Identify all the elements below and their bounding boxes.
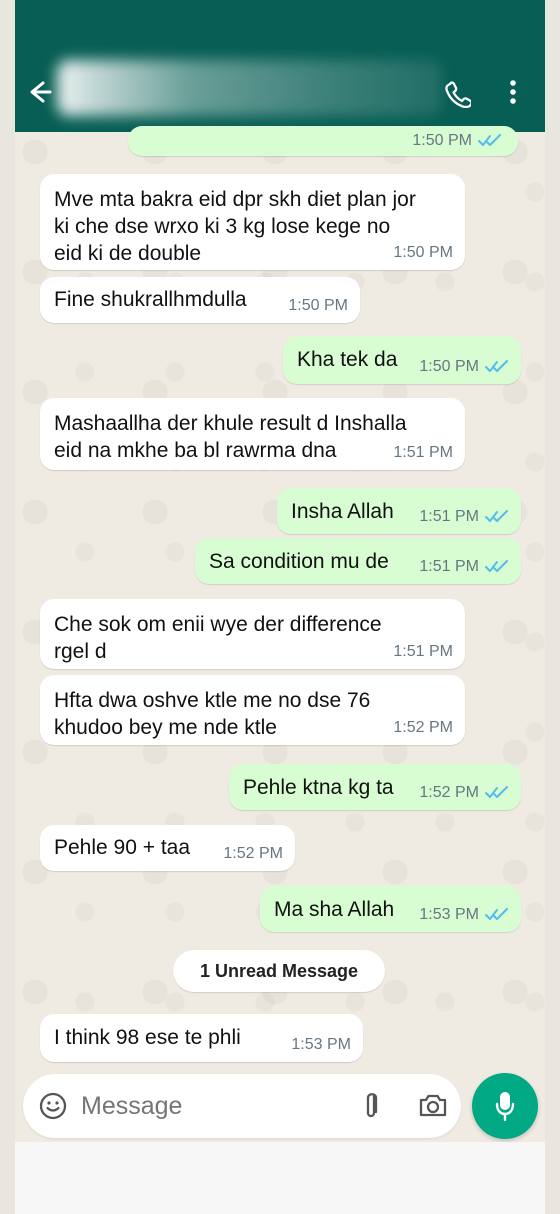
message-meta: 1:52 PM [393, 719, 453, 737]
message-bubble-outgoing[interactable]: Sa condition mu de 1:51 PM [195, 538, 521, 584]
message-bubble-incoming[interactable]: Fine shukrallhmdulla 1:50 PM [40, 277, 360, 323]
message-time: 1:52 PM [419, 784, 479, 801]
double-check-icon [485, 360, 508, 372]
message-text: Mashaallha der khule result d Inshalla e… [54, 412, 407, 462]
message-time: 1:53 PM [291, 1036, 351, 1053]
message-text: Fine shukrallhmdulla [54, 288, 247, 311]
message-meta: 1:50 PM [412, 132, 502, 150]
message-meta: 1:50 PM [393, 244, 453, 262]
chat-screen: 1:50 PM Mve mta bakra eid dpr skh diet p… [15, 0, 545, 1214]
message-bubble-outgoing[interactable]: Insha Allah 1:51 PM [277, 488, 521, 534]
message-time: 1:51 PM [419, 558, 479, 575]
message-input[interactable] [81, 1090, 331, 1122]
message-meta: 1:53 PM [419, 906, 509, 924]
message-text: Che sok om enii wye der difference rgel … [54, 613, 382, 663]
unread-messages-label: 1 Unread Message [199, 960, 359, 981]
message-text: Sa condition mu de [209, 550, 389, 573]
message-bubble-incoming[interactable]: Pehle 90 + taa 1:52 PM [40, 825, 295, 871]
message-meta: 1:51 PM [393, 643, 453, 661]
double-check-icon [485, 510, 508, 522]
message-bubble-incoming[interactable]: Mashaallha der khule result d Inshalla e… [40, 398, 465, 470]
message-meta: 1:50 PM [288, 297, 348, 315]
message-list: 1:50 PM Mve mta bakra eid dpr skh diet p… [15, 126, 545, 1072]
message-meta: 1:53 PM [291, 1036, 351, 1054]
message-text: Pehle ktna kg ta [243, 776, 394, 799]
message-meta: 1:52 PM [419, 784, 509, 802]
message-time: 1:51 PM [393, 643, 453, 660]
double-check-icon [485, 786, 508, 798]
message-time: 1:51 PM [393, 444, 453, 461]
mic-icon [495, 1092, 515, 1122]
message-time: 1:53 PM [419, 906, 479, 923]
message-meta: 1:50 PM [419, 358, 509, 376]
message-composer [23, 1074, 461, 1138]
message-time: 1:50 PM [412, 132, 472, 149]
message-time: 1:50 PM [419, 358, 479, 375]
message-time: 1:51 PM [419, 508, 479, 525]
paperclip-icon [366, 1093, 378, 1118]
message-meta: 1:51 PM [419, 558, 509, 576]
more-vertical-icon [510, 80, 516, 104]
message-bubble-outgoing[interactable]: Pehle ktna kg ta 1:52 PM [229, 764, 521, 810]
more-options-button[interactable] [501, 78, 525, 106]
double-check-icon [478, 134, 501, 146]
message-text: Pehle 90 + taa [54, 836, 191, 859]
message-text: I think 98 ese te phli [54, 1026, 241, 1049]
message-time: 1:50 PM [288, 297, 348, 314]
back-button[interactable] [25, 78, 53, 106]
message-text: Hfta dwa oshve ktle me no dse 76 khudoo … [54, 689, 371, 739]
blurred-contact-info[interactable] [57, 60, 442, 116]
unread-messages-divider: 1 Unread Message [173, 950, 385, 992]
message-time: 1:50 PM [393, 244, 453, 261]
message-bubble-outgoing[interactable]: 1:50 PM [128, 126, 518, 156]
emoji-button[interactable] [37, 1090, 69, 1122]
message-bubble-incoming[interactable]: Hfta dwa oshve ktle me no dse 76 khudoo … [40, 675, 465, 745]
attach-button[interactable] [357, 1088, 385, 1122]
message-bubble-outgoing[interactable]: Kha tek da 1:50 PM [283, 336, 521, 384]
message-text: Mve mta bakra eid dpr skh diet plan jor … [54, 188, 416, 265]
message-meta: 1:51 PM [419, 508, 509, 526]
message-bubble-incoming[interactable]: I think 98 ese te phli 1:53 PM [40, 1014, 363, 1062]
double-check-icon [485, 908, 508, 920]
arrow-left-icon [30, 81, 52, 103]
message-text: Kha tek da [297, 348, 398, 371]
message-bubble-incoming[interactable]: Che sok om enii wye der difference rgel … [40, 599, 465, 669]
phone-icon [445, 81, 473, 109]
message-time: 1:52 PM [393, 719, 453, 736]
camera-button[interactable] [417, 1092, 449, 1120]
chat-header [15, 0, 545, 132]
message-bubble-outgoing[interactable]: Ma sha Allah 1:53 PM [260, 886, 521, 932]
message-time: 1:52 PM [223, 845, 283, 862]
message-meta: 1:52 PM [223, 845, 283, 863]
emoji-icon [39, 1092, 67, 1120]
voice-message-button[interactable] [472, 1073, 538, 1139]
double-check-icon [485, 560, 508, 572]
camera-icon [419, 1094, 447, 1117]
voice-call-button[interactable] [443, 78, 473, 109]
message-bubble-incoming[interactable]: Mve mta bakra eid dpr skh diet plan jor … [40, 174, 465, 270]
message-text: Ma sha Allah [274, 898, 395, 921]
message-text: Insha Allah [291, 500, 394, 523]
bottom-navigation-space [15, 1142, 545, 1214]
message-meta: 1:51 PM [393, 444, 453, 462]
